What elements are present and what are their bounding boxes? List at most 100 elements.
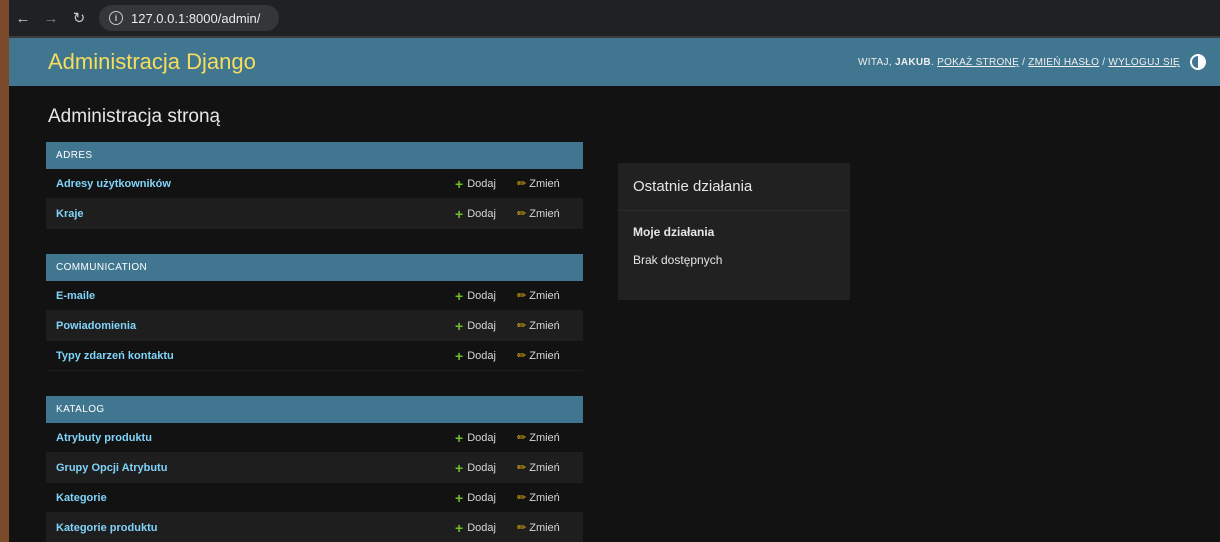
add-link[interactable]: + Dodaj	[455, 461, 517, 475]
model-link[interactable]: Powiadomienia	[46, 320, 455, 332]
model-link[interactable]: Adresy użytkowników	[46, 178, 455, 190]
change-link[interactable]: ✏ Zmień	[517, 207, 583, 221]
change-link[interactable]: ✏ Zmień	[517, 319, 583, 333]
change-label[interactable]: Zmień	[529, 178, 560, 190]
model-link[interactable]: Typy zdarzeń kontaktu	[46, 350, 455, 362]
page-title: Administracja stroną	[48, 106, 221, 127]
model-row: Adresy użytkowników + Dodaj ✏ Zmień	[46, 169, 583, 199]
add-label[interactable]: Dodaj	[467, 522, 496, 534]
add-label[interactable]: Dodaj	[467, 290, 496, 302]
change-link[interactable]: ✏ Zmień	[517, 521, 583, 535]
app-module-katalog: KATALOG Atrybuty produktu + Dodaj ✏ Zmień …	[46, 396, 583, 542]
add-link[interactable]: + Dodaj	[455, 521, 517, 535]
model-link[interactable]: Kategorie	[46, 492, 455, 504]
model-link[interactable]: Grupy Opcji Atrybutu	[46, 462, 455, 474]
pencil-icon: ✏	[517, 178, 527, 190]
model-link[interactable]: Kraje	[46, 208, 455, 220]
add-link[interactable]: + Dodaj	[455, 289, 517, 303]
change-link[interactable]: ✏ Zmień	[517, 289, 583, 303]
change-link[interactable]: ✏ Zmień	[517, 461, 583, 475]
add-label[interactable]: Dodaj	[467, 432, 496, 444]
plus-icon: +	[455, 175, 464, 192]
logout-link[interactable]: WYLOGUJ SIĘ	[1108, 57, 1180, 68]
model-row: Kategorie + Dodaj ✏ Zmień	[46, 483, 583, 513]
add-label[interactable]: Dodaj	[467, 350, 496, 362]
view-site-link[interactable]: POKAŻ STRONĘ	[937, 57, 1019, 68]
module-caption[interactable]: COMMUNICATION	[46, 254, 583, 281]
change-link[interactable]: ✏ Zmień	[517, 177, 583, 191]
model-row: Atrybuty produktu + Dodaj ✏ Zmień	[46, 423, 583, 453]
add-label[interactable]: Dodaj	[467, 492, 496, 504]
username: JAKUB	[894, 56, 931, 68]
change-link[interactable]: ✏ Zmień	[517, 431, 583, 445]
plus-icon: +	[455, 287, 464, 304]
plus-icon: +	[455, 205, 464, 222]
theme-toggle-icon[interactable]	[1190, 54, 1206, 70]
model-row: Kategorie produktu + Dodaj ✏ Zmień	[46, 513, 583, 542]
plus-icon: +	[455, 429, 464, 446]
change-label[interactable]: Zmień	[529, 320, 560, 332]
site-branding[interactable]: Administracja Django	[48, 49, 256, 75]
add-label[interactable]: Dodaj	[467, 462, 496, 474]
add-label[interactable]: Dodaj	[467, 178, 496, 190]
change-link[interactable]: ✏ Zmień	[517, 349, 583, 363]
module-caption[interactable]: KATALOG	[46, 396, 583, 423]
separator: /	[1022, 56, 1026, 68]
model-row: E-maile + Dodaj ✏ Zmień	[46, 281, 583, 311]
pencil-icon: ✏	[517, 492, 527, 504]
pencil-icon: ✏	[517, 320, 527, 332]
add-link[interactable]: + Dodaj	[455, 431, 517, 445]
add-label[interactable]: Dodaj	[467, 320, 496, 332]
app-module-communication: COMMUNICATION E-maile + Dodaj ✏ Zmień Powi…	[46, 254, 583, 371]
app-list: ADRES Adresy użytkowników + Dodaj ✏ Zmień …	[46, 142, 583, 542]
my-actions-heading: Moje działania	[633, 225, 715, 239]
reload-icon[interactable]: ↻	[65, 9, 93, 27]
change-label[interactable]: Zmień	[529, 462, 560, 474]
change-label[interactable]: Zmień	[529, 290, 560, 302]
change-link[interactable]: ✏ Zmień	[517, 491, 583, 505]
model-row: Kraje + Dodaj ✏ Zmień	[46, 199, 583, 229]
plus-icon: +	[455, 347, 464, 364]
change-label[interactable]: Zmień	[529, 522, 560, 534]
plus-icon: +	[455, 519, 464, 536]
change-label[interactable]: Zmień	[529, 432, 560, 444]
change-password-link[interactable]: ZMIEŃ HASŁO	[1028, 57, 1099, 68]
model-link[interactable]: E-maile	[46, 290, 455, 302]
add-link[interactable]: + Dodaj	[455, 491, 517, 505]
model-link[interactable]: Atrybuty produktu	[46, 432, 455, 444]
app-module-adres: ADRES Adresy użytkowników + Dodaj ✏ Zmień …	[46, 142, 583, 229]
add-link[interactable]: + Dodaj	[455, 207, 517, 221]
pencil-icon: ✏	[517, 350, 527, 362]
forward-arrow-icon[interactable]: →	[37, 10, 65, 27]
recent-actions-title: Ostatnie działania	[618, 163, 850, 211]
model-row: Powiadomienia + Dodaj ✏ Zmień	[46, 311, 583, 341]
change-label[interactable]: Zmień	[529, 350, 560, 362]
pencil-icon: ✏	[517, 522, 527, 534]
plus-icon: +	[455, 489, 464, 506]
info-icon[interactable]: i	[109, 11, 123, 25]
pencil-icon: ✏	[517, 208, 527, 220]
pencil-icon: ✏	[517, 462, 527, 474]
welcome-text: WITAJ,	[858, 56, 892, 68]
add-link[interactable]: + Dodaj	[455, 177, 517, 191]
add-link[interactable]: + Dodaj	[455, 319, 517, 333]
back-arrow-icon[interactable]: ←	[9, 10, 37, 27]
add-link[interactable]: + Dodaj	[455, 349, 517, 363]
module-caption[interactable]: ADRES	[46, 142, 583, 169]
model-row: Grupy Opcji Atrybutu + Dodaj ✏ Zmień	[46, 453, 583, 483]
model-link[interactable]: Kategorie produktu	[46, 522, 455, 534]
browser-toolbar: ← → ↻ i 127.0.0.1:8000/admin/	[9, 0, 1220, 38]
recent-actions-panel: Ostatnie działania Moje działania Brak d…	[618, 163, 850, 300]
address-bar[interactable]: i 127.0.0.1:8000/admin/	[99, 5, 279, 31]
change-label[interactable]: Zmień	[529, 492, 560, 504]
browser-window: ← → ↻ i 127.0.0.1:8000/admin/ Administra…	[9, 0, 1220, 542]
plus-icon: +	[455, 459, 464, 476]
user-tools: WITAJ, JAKUB. POKAŻ STRONĘ / ZMIEŃ HASŁO…	[858, 54, 1206, 70]
add-label[interactable]: Dodaj	[467, 208, 496, 220]
change-label[interactable]: Zmień	[529, 208, 560, 220]
url-text[interactable]: 127.0.0.1:8000/admin/	[131, 11, 260, 26]
site-header: Administracja Django WITAJ, JAKUB. POKAŻ…	[9, 38, 1220, 86]
pencil-icon: ✏	[517, 432, 527, 444]
model-row: Typy zdarzeń kontaktu + Dodaj ✏ Zmień	[46, 341, 583, 371]
plus-icon: +	[455, 317, 464, 334]
